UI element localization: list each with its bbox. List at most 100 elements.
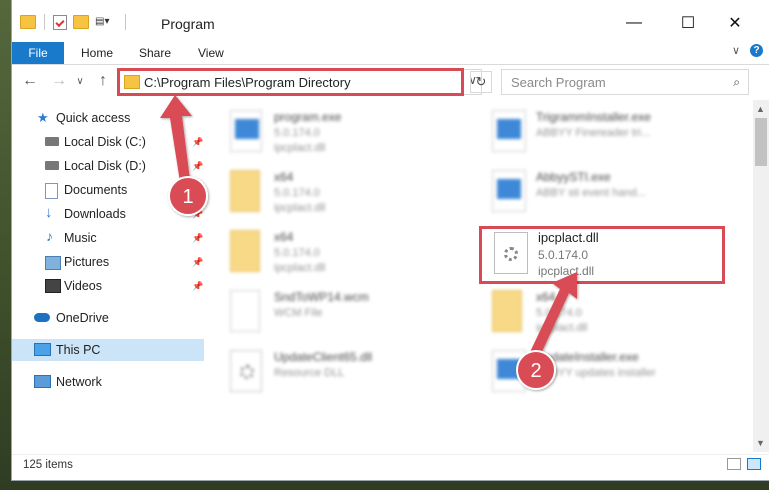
file-description: ipcplact.dll [274, 142, 326, 154]
navigation-pane: ★ Quick access Local Disk (C:) 📌 Local D… [12, 100, 204, 452]
file-name: UpdateInstaller.exe [536, 350, 639, 364]
list-item[interactable]: AbbyySTI.exe ABBY sti event hand... [492, 166, 742, 226]
quick-access-toolbar: ▤▾ [20, 14, 128, 30]
drive-icon [45, 137, 59, 146]
status-bar: 125 items [12, 454, 769, 477]
scrollbar-thumb[interactable] [755, 118, 767, 166]
tab-file[interactable]: File [12, 42, 64, 64]
sidebar-item-this-pc[interactable]: This PC [12, 339, 204, 361]
minimize-button[interactable]: — [611, 8, 657, 38]
sidebar-item-local-disk-d[interactable]: Local Disk (D:) 📌 [12, 155, 204, 177]
file-name: x64 [274, 170, 294, 184]
sidebar-item-label: Documents [64, 183, 128, 197]
sidebar-item-label: Network [56, 375, 102, 389]
vertical-scrollbar[interactable]: ▲ ▼ [753, 100, 769, 452]
file-name: program.exe [274, 110, 342, 124]
file-type: Resource DLL [274, 367, 345, 379]
scroll-down-icon[interactable]: ▼ [756, 438, 765, 448]
file-description: ipcplact.dll [274, 262, 326, 274]
pin-icon[interactable]: 📌 [192, 257, 203, 268]
list-item[interactable]: program.exe 5.0.174.0 ipcplact.dll [230, 106, 480, 166]
downloads-icon: ↓ [45, 204, 53, 221]
close-button[interactable]: ✕ [712, 8, 758, 38]
list-item[interactable]: x64 5.0.174.0 ipcplact.dll [230, 166, 480, 226]
file-name: UpdateClient65.dll [274, 350, 373, 364]
pin-icon[interactable]: 📌 [192, 209, 203, 220]
file-description: ipcplact.dll [274, 202, 326, 214]
sidebar-item-documents[interactable]: Documents 📌 [12, 179, 204, 201]
address-highlight-box [117, 68, 464, 96]
list-item[interactable]: x64 5.0.174.0 ipcplact.dll [230, 226, 480, 286]
music-icon: ♪ [46, 228, 53, 244]
sidebar-item-label: Videos [64, 279, 102, 293]
dll-icon [230, 350, 262, 392]
customize-toolbar-icon[interactable]: ▤▾ [95, 16, 113, 28]
sidebar-item-label: OneDrive [56, 311, 109, 325]
exe-icon [230, 110, 262, 152]
file-name: AbbyySTI.exe [536, 170, 611, 184]
ribbon-tabs: File Home Share View ∨ ? [12, 42, 769, 65]
file-name: x64 [274, 230, 294, 244]
sidebar-item-label: This PC [56, 343, 101, 357]
sidebar-item-label: Quick access [56, 111, 131, 125]
explorer-window: ▤▾ Program — ☐ ✕ File Home Share View ∨ … [12, 0, 769, 480]
back-button[interactable]: ← [21, 72, 39, 90]
sidebar-item-label: Local Disk (C:) [64, 135, 146, 149]
list-item[interactable]: UpdateClient65.dll Resource DLL [230, 346, 480, 406]
sidebar-item-downloads[interactable]: ↓ Downloads 📌 [12, 203, 204, 225]
file-name: x64 [536, 290, 556, 304]
folder-icon [230, 170, 260, 212]
sidebar-item-local-disk-c[interactable]: Local Disk (C:) 📌 [12, 131, 204, 153]
file-description: ABBY sti event hand... [536, 187, 646, 199]
list-item[interactable]: SndToWP14.wcm WCM File [230, 286, 480, 346]
item-count: 125 items [23, 459, 73, 471]
pin-icon[interactable]: 📌 [192, 161, 203, 172]
pin-icon[interactable]: 📌 [192, 233, 203, 244]
search-box[interactable]: Search Program ⌕ [501, 69, 749, 95]
refresh-button[interactable]: ↻ [470, 71, 492, 93]
videos-icon [45, 279, 61, 293]
list-item[interactable]: TrigrammInstaller.exe ABBYY Finereader t… [492, 106, 742, 166]
file-version: 5.0.174.0 [274, 127, 320, 139]
help-icon[interactable]: ? [750, 44, 763, 57]
forward-button[interactable]: → [50, 72, 68, 90]
pin-icon[interactable]: 📌 [192, 185, 203, 196]
sidebar-item-quick-access[interactable]: ★ Quick access [12, 107, 204, 129]
search-icon[interactable]: ⌕ [733, 75, 740, 90]
sidebar-item-pictures[interactable]: Pictures 📌 [12, 251, 204, 273]
recent-locations-button[interactable]: ∨ [71, 72, 89, 90]
expand-ribbon-icon[interactable]: ∨ [732, 44, 740, 57]
sidebar-item-onedrive[interactable]: OneDrive [12, 307, 204, 329]
maximize-button[interactable]: ☐ [665, 8, 711, 38]
navigation-bar: ← → ∨ ↑ C:\Program Files\Program Directo… [12, 66, 769, 98]
file-description: ABBYY updates installer [536, 367, 656, 379]
sidebar-item-network[interactable]: Network [12, 371, 204, 393]
pictures-icon [45, 256, 61, 270]
details-view-icon[interactable] [727, 458, 741, 470]
up-button[interactable]: ↑ [94, 72, 112, 90]
sidebar-item-label: Music [64, 231, 97, 245]
list-item[interactable]: x64 5.0.174.0 ipcplact.dll [492, 286, 742, 346]
tab-share[interactable]: Share [139, 46, 171, 60]
scroll-up-icon[interactable]: ▲ [756, 104, 765, 114]
file-version: 5.0.174.0 [274, 187, 320, 199]
pc-icon [34, 343, 51, 356]
tab-home[interactable]: Home [81, 46, 113, 60]
title-bar: ▤▾ Program — ☐ ✕ [12, 0, 769, 42]
tiles-view-icon[interactable] [747, 458, 761, 470]
documents-icon [45, 183, 58, 199]
pin-icon[interactable]: 📌 [192, 281, 203, 292]
sidebar-item-music[interactable]: ♪ Music 📌 [12, 227, 204, 249]
tab-view[interactable]: View [198, 46, 224, 60]
window-title: Program [161, 16, 215, 32]
properties-icon[interactable] [53, 14, 67, 30]
file-icon [230, 290, 260, 332]
file-description: ABBYY Finereader tri... [536, 127, 651, 139]
pin-icon[interactable]: 📌 [192, 137, 203, 148]
file-type: WCM File [274, 307, 323, 319]
list-item[interactable]: UpdateInstaller.exe ABBYY updates instal… [492, 346, 742, 406]
new-folder-icon[interactable] [73, 15, 89, 29]
app-icon [492, 170, 526, 212]
sidebar-item-videos[interactable]: Videos 📌 [12, 275, 204, 297]
search-input[interactable]: Search Program [511, 75, 606, 90]
